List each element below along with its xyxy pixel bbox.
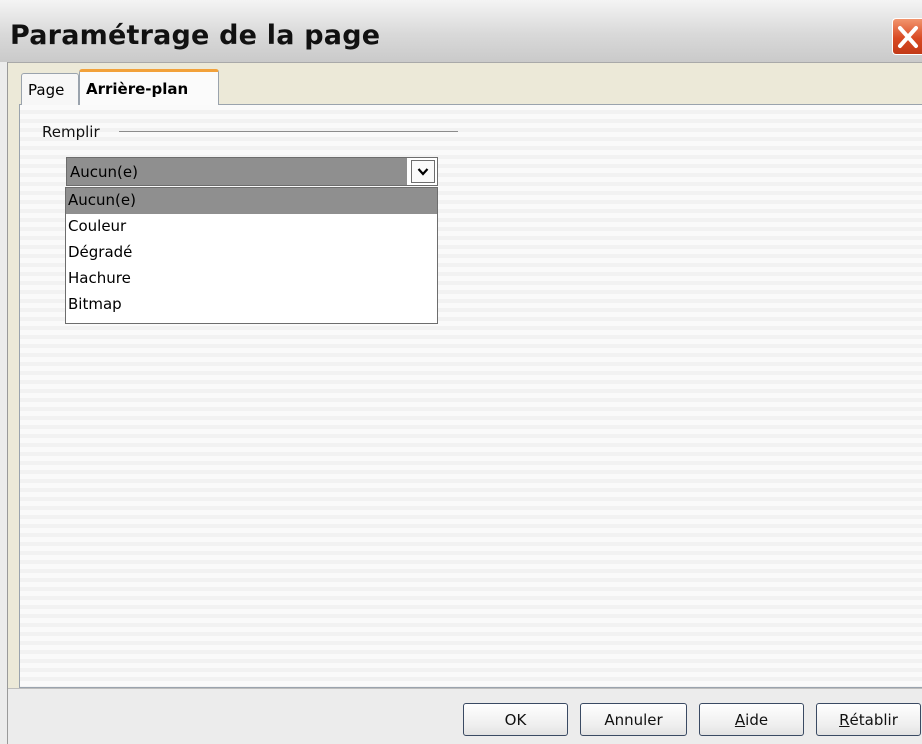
cancel-button[interactable]: Annuler bbox=[580, 703, 687, 736]
option-none[interactable]: Aucun(e) bbox=[66, 188, 437, 214]
fill-type-selected-value: Aucun(e) bbox=[67, 158, 407, 185]
window-frame-left bbox=[0, 62, 8, 744]
dialog-title: Paramétrage de la page bbox=[10, 20, 381, 51]
dropdown-toggle-button[interactable] bbox=[411, 160, 435, 183]
tab-background[interactable]: Arrière-plan bbox=[79, 69, 219, 105]
help-button[interactable]: Aide bbox=[699, 703, 804, 736]
help-button-mnemonic: A bbox=[734, 710, 746, 729]
reset-button-label: établir bbox=[849, 710, 898, 729]
option-color[interactable]: Couleur bbox=[66, 214, 437, 240]
close-button[interactable] bbox=[892, 18, 922, 55]
help-button-label: ide bbox=[745, 710, 769, 729]
option-bitmap[interactable]: Bitmap bbox=[66, 292, 437, 318]
page-setup-dialog: Paramétrage de la page Page Arrière-plan… bbox=[0, 0, 922, 744]
chevron-down-icon bbox=[417, 168, 429, 176]
option-gradient[interactable]: Dégradé bbox=[66, 240, 437, 266]
fill-group-label: Remplir bbox=[42, 123, 100, 141]
ok-button-label: OK bbox=[504, 710, 527, 729]
ok-button[interactable]: OK bbox=[463, 703, 568, 736]
fill-type-options-list: Aucun(e) Couleur Dégradé Hachure Bitmap bbox=[65, 187, 438, 324]
option-hatching[interactable]: Hachure bbox=[66, 266, 437, 292]
fill-type-dropdown[interactable]: Aucun(e) bbox=[66, 157, 438, 186]
reset-button[interactable]: Rétablir bbox=[816, 703, 921, 736]
fill-group-divider bbox=[119, 131, 458, 132]
cancel-button-label: Annuler bbox=[604, 710, 663, 729]
close-icon bbox=[898, 26, 918, 48]
tab-page[interactable]: Page bbox=[21, 73, 79, 105]
tab-strip: Page Arrière-plan bbox=[19, 69, 519, 105]
title-bar[interactable]: Paramétrage de la page bbox=[0, 0, 922, 63]
reset-button-mnemonic: R bbox=[839, 710, 850, 729]
